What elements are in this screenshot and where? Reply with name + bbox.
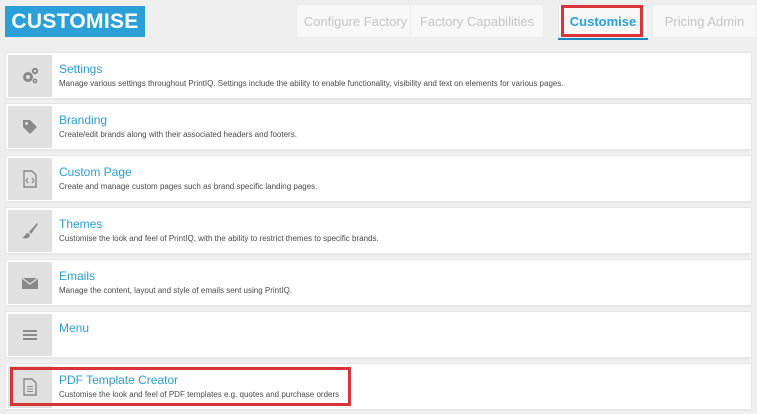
item-title[interactable]: Themes — [59, 217, 102, 231]
tab-pricing-admin[interactable]: Pricing Admin — [652, 4, 757, 38]
list-item-themes[interactable]: Themes Customise the look and feel of Pr… — [5, 207, 752, 254]
item-title[interactable]: Menu — [59, 321, 89, 335]
paintbrush-icon — [8, 210, 52, 252]
item-description: Customise the look and feel of PrintIQ, … — [59, 234, 379, 243]
page-title-badge: CUSTOMISE — [5, 6, 145, 37]
tag-icon — [8, 106, 52, 148]
list-item-branding[interactable]: Branding Create/edit brands along with t… — [5, 103, 752, 150]
list-item-custom-page[interactable]: Custom Page Create and manage custom pag… — [5, 155, 752, 202]
list-item-pdf-template-creator[interactable]: PDF Template Creator Customise the look … — [5, 363, 752, 410]
envelope-icon — [8, 262, 52, 304]
item-title[interactable]: Custom Page — [59, 165, 132, 179]
document-icon — [8, 366, 52, 408]
item-description: Manage various settings throughout Print… — [59, 79, 564, 88]
gears-icon — [8, 55, 52, 97]
item-title[interactable]: Settings — [59, 62, 102, 76]
item-description: Create/edit brands along with their asso… — [59, 130, 297, 139]
tab-configure-factory[interactable]: Configure Factory — [296, 4, 415, 38]
tab-customise[interactable]: Customise — [558, 4, 648, 38]
item-description: Create and manage custom pages such as b… — [59, 182, 318, 191]
item-description: Manage the content, layout and style of … — [59, 286, 293, 295]
list-item-menu[interactable]: Menu — [5, 311, 752, 358]
item-title[interactable]: Branding — [59, 113, 107, 127]
list-item-emails[interactable]: Emails Manage the content, layout and st… — [5, 259, 752, 306]
list-item-settings[interactable]: Settings Manage various settings through… — [5, 52, 752, 99]
code-file-icon — [8, 158, 52, 200]
item-title[interactable]: Emails — [59, 269, 95, 283]
menu-icon — [8, 314, 52, 356]
item-description: Customise the look and feel of PDF templ… — [59, 390, 340, 399]
active-tab-underline — [558, 38, 648, 40]
item-title[interactable]: PDF Template Creator — [59, 373, 178, 387]
tab-factory-capabilities[interactable]: Factory Capabilities — [410, 4, 544, 38]
